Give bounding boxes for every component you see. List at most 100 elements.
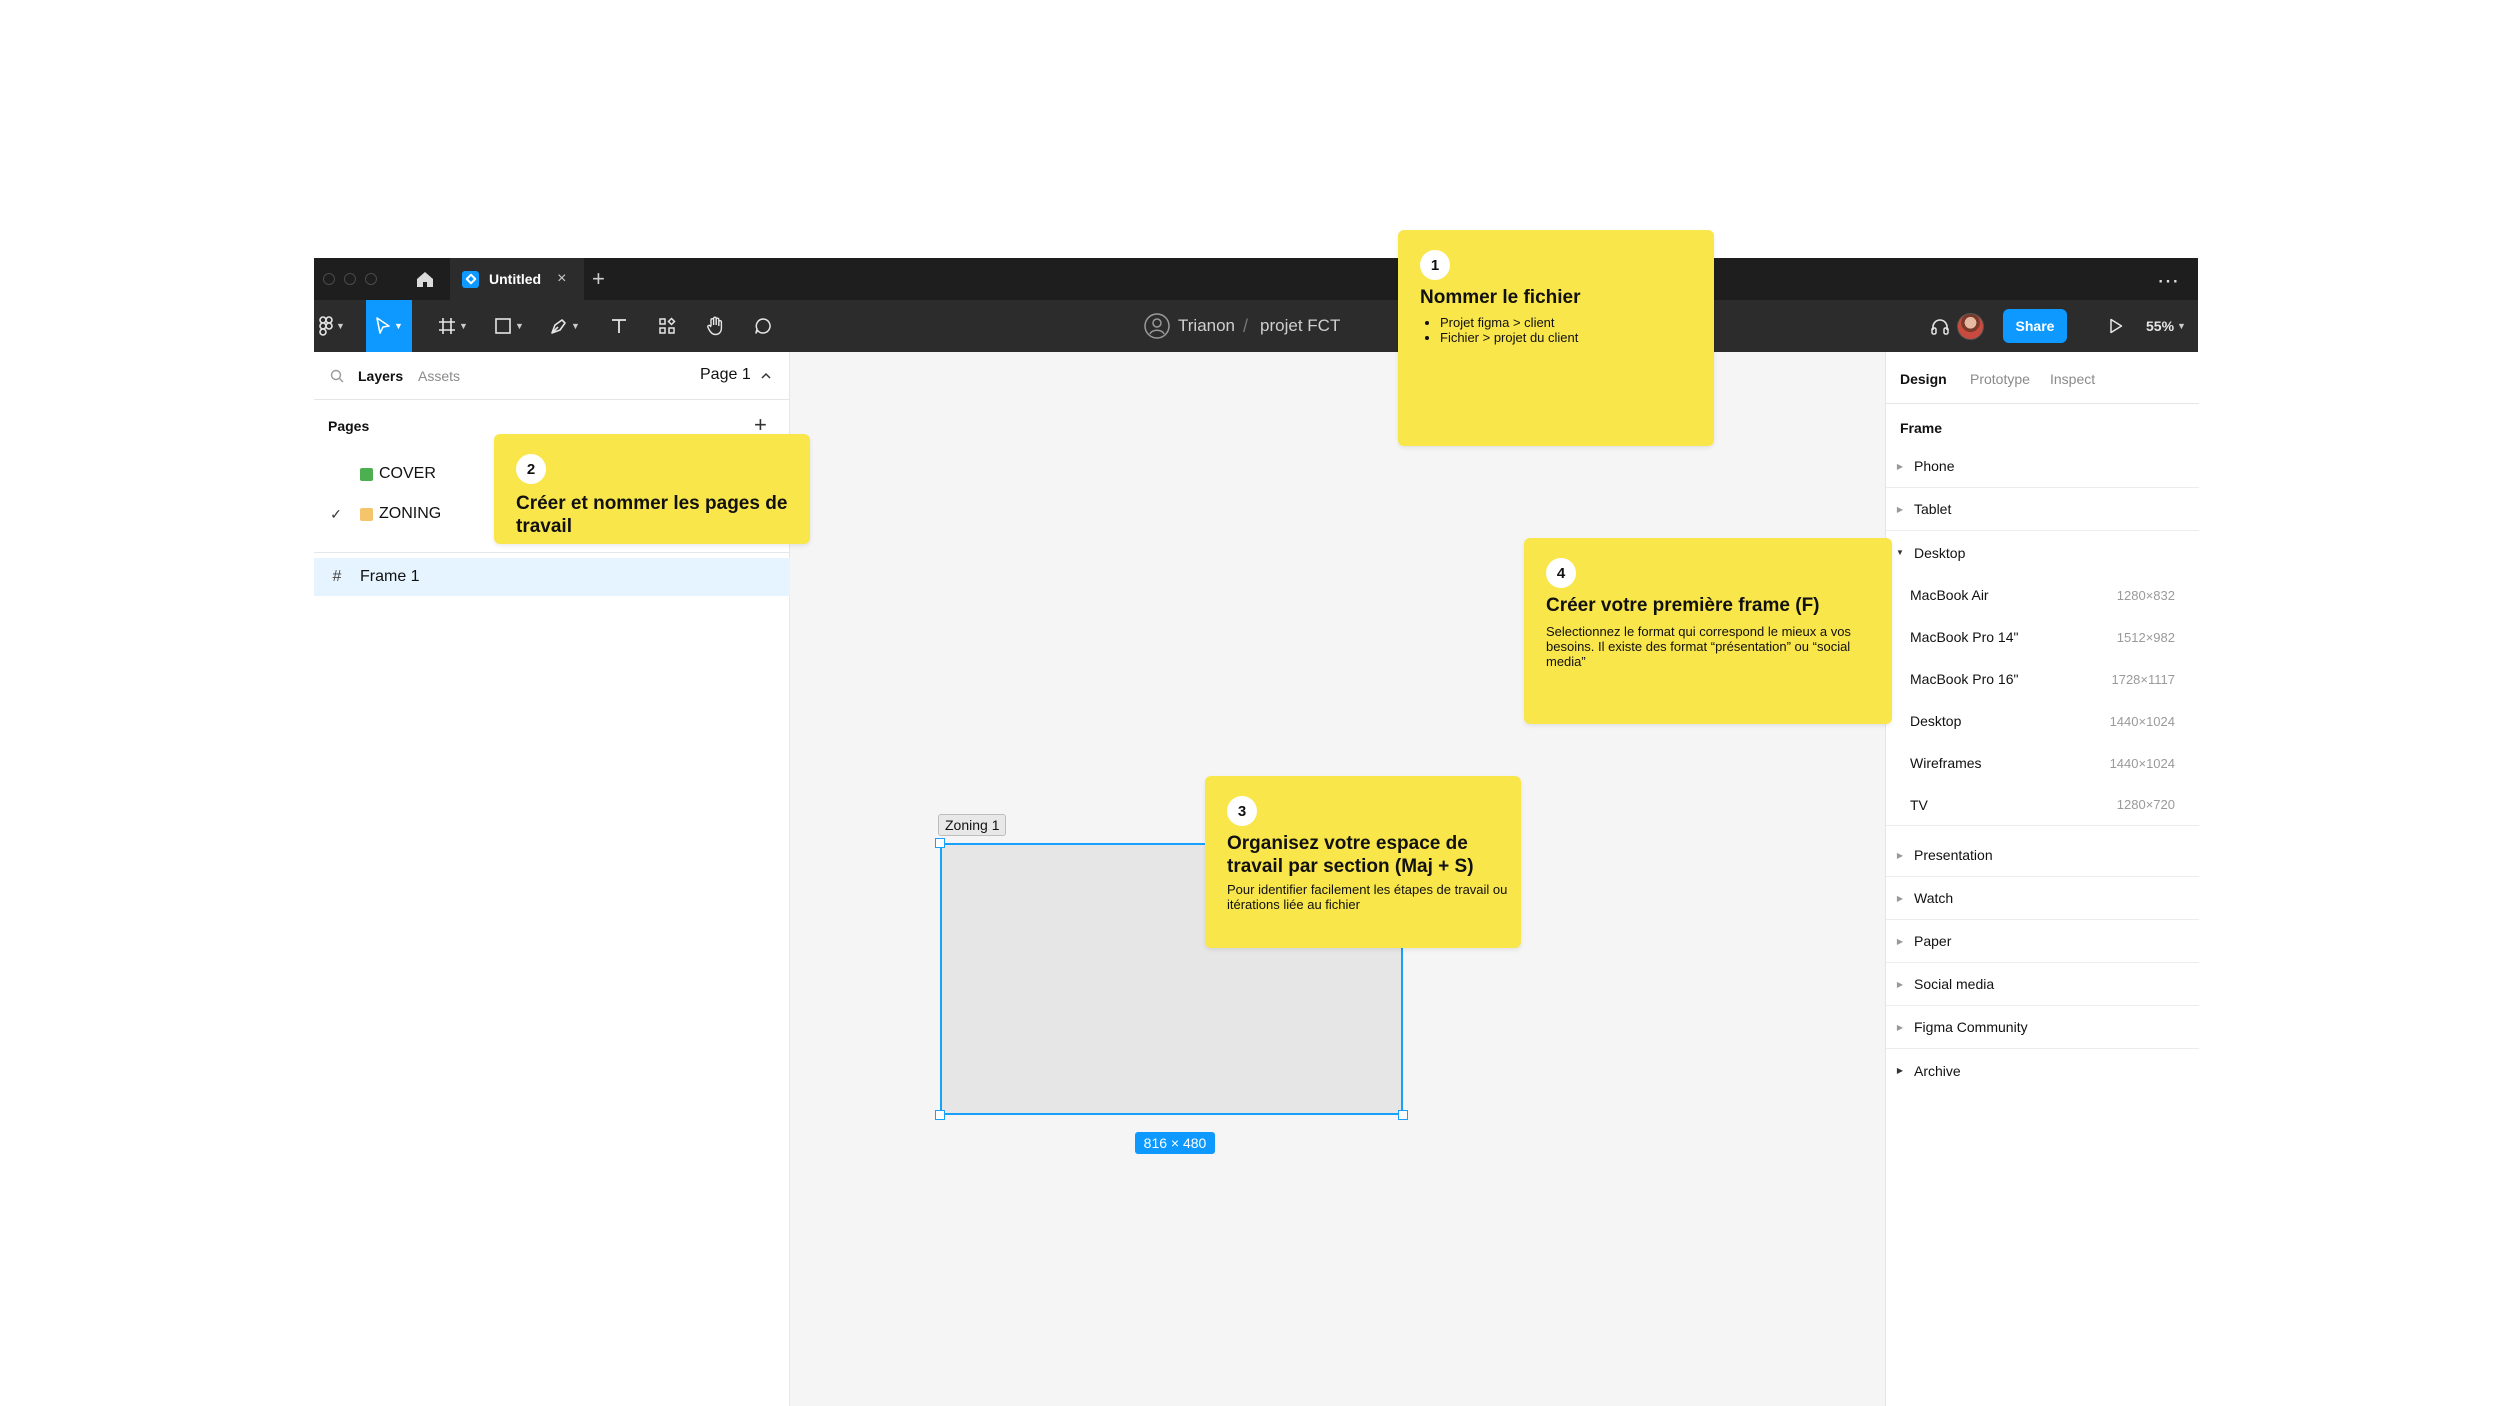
resize-handle-bottom-left[interactable] [935,1110,945,1120]
resize-handle-bottom-right[interactable] [1398,1110,1408,1120]
frame-tool[interactable]: ▼ [436,300,470,352]
preset-category-social-media[interactable]: ▶ Social media [1886,963,2199,1006]
chevron-right-icon: ▶ [1896,1022,1904,1032]
search-icon[interactable] [330,369,344,383]
chevron-down-icon: ▼ [336,321,345,331]
chevron-up-icon[interactable] [761,372,771,380]
tab-assets[interactable]: Assets [418,368,460,384]
file-tab[interactable]: Untitled × [450,258,584,300]
resources-tool[interactable] [652,300,682,352]
preset-name: TV [1910,796,1928,813]
text-icon [612,319,626,333]
layer-label: Frame 1 [360,568,420,585]
sticky-title: Nommer le fichier [1420,287,1581,308]
category-label: Social media [1914,976,1995,992]
book-emoji-icon [360,467,373,481]
chevron-right-icon: ▶ [1896,850,1904,860]
frame-layer-icon: # [332,568,342,585]
sticky-bullet: Projet figma > client [1440,315,1700,330]
user-avatar[interactable] [1957,313,1984,340]
preset-item[interactable]: TV 1280×720 [1886,784,2199,826]
preset-item[interactable]: Wireframes 1440×1024 [1886,742,2199,784]
pen-icon [551,319,566,334]
tab-inspect[interactable]: Inspect [2050,371,2095,387]
preset-name: MacBook Pro 14" [1910,629,2019,645]
left-panel-tabs: Layers Assets Page 1 [314,352,790,400]
preset-category-desktop[interactable]: ▼ Desktop [1886,531,2199,574]
sticky-body: Pour identifier facilement les étapes de… [1227,882,1508,912]
page-label: ZONING [379,505,442,522]
team-avatar-icon [1144,313,1170,339]
window-minimize-dot[interactable] [344,273,356,285]
new-tab-button[interactable]: + [592,266,605,292]
close-tab-icon[interactable]: × [557,270,566,288]
chevron-right-icon: ▶ [1896,979,1904,989]
preset-category-presentation[interactable]: ▶ Presentation [1886,834,2199,877]
page-selector[interactable]: Page 1 [700,366,751,384]
category-label: Presentation [1914,847,1993,863]
preset-category-watch[interactable]: ▶ Watch [1886,877,2199,920]
move-tool[interactable]: ▼ [366,300,412,352]
resources-icon [659,317,676,334]
present-button[interactable] [2101,300,2131,352]
file-name[interactable]: projet FCT [1260,316,1340,336]
category-label: Archive [1914,1062,1961,1079]
page-label: COVER [379,465,436,482]
right-panel-tabs: Design Prototype Inspect [1886,352,2199,404]
preset-category-tablet[interactable]: ▶ Tablet [1886,488,2199,531]
audio-button[interactable] [1928,300,1952,352]
tab-layers[interactable]: Layers [358,368,403,384]
hand-tool[interactable] [700,300,730,352]
team-name[interactable]: Trianon [1178,316,1235,336]
hand-icon [707,316,723,336]
more-options-icon[interactable]: ⋯ [2157,268,2180,294]
comment-tool[interactable] [748,300,778,352]
comment-icon [755,318,771,334]
preset-category-archive[interactable]: ▶ Archive [1886,1049,2199,1092]
frame-dimensions-badge: 816 × 480 [1135,1132,1215,1154]
text-tool[interactable] [604,300,634,352]
home-tab[interactable] [402,258,448,300]
preset-category-phone[interactable]: ▶ Phone [1886,445,2199,488]
category-label: Desktop [1914,544,1966,561]
preset-item[interactable]: MacBook Pro 14" 1512×982 [1886,616,2199,658]
cursor-icon [376,317,390,334]
step-number: 3 [1227,796,1257,826]
zoom-menu[interactable]: 55% ▼ [2146,300,2186,352]
window-close-dot[interactable] [323,273,335,285]
tab-design[interactable]: Design [1900,371,1947,387]
main-menu-button[interactable]: ▼ [314,300,350,352]
preset-item[interactable]: Desktop 1440×1024 [1886,700,2199,742]
tab-title: Untitled [489,271,542,287]
window-zoom-dot[interactable] [365,273,377,285]
play-icon [2110,318,2123,334]
share-button[interactable]: Share [2003,309,2067,343]
chevron-down-icon: ▼ [459,321,468,331]
figma-logo-icon [319,316,333,336]
preset-name: MacBook Air [1910,587,1989,603]
headphones-icon [1931,319,1949,335]
preset-name: Wireframes [1910,755,1982,771]
tab-prototype[interactable]: Prototype [1970,371,2030,387]
pen-tool[interactable]: ▼ [546,300,584,352]
layer-item-frame[interactable]: # Frame 1 [314,558,790,596]
sticky-note-1: 1 Nommer le fichier Projet figma > clien… [1398,230,1714,446]
preset-size: 1512×982 [2116,629,2175,645]
preset-category-figma-community[interactable]: ▶ Figma Community [1886,1006,2199,1049]
chevron-down-icon: ▼ [2177,321,2186,331]
preset-size: 1440×1024 [2109,713,2175,729]
preset-size: 1280×720 [2116,797,2175,812]
preset-item[interactable]: MacBook Air 1280×832 [1886,574,2199,616]
preset-category-paper[interactable]: ▶ Paper [1886,920,2199,963]
shape-tool[interactable]: ▼ [490,300,528,352]
resize-handle-top-left[interactable] [935,838,945,848]
category-label: Figma Community [1914,1019,2028,1035]
sticky-body: Projet figma > client Fichier > projet d… [1420,315,1700,345]
sticky-note-2: 2 Créer et nommer les pages de travail [494,434,810,544]
frame-name-label[interactable]: Zoning 1 [938,814,1007,836]
preset-item[interactable]: MacBook Pro 16" 1728×1117 [1886,658,2199,700]
blueprint-emoji-icon [360,507,373,521]
category-label: Watch [1914,890,1954,906]
step-number: 1 [1420,250,1450,280]
pages-heading: Pages [328,418,370,434]
